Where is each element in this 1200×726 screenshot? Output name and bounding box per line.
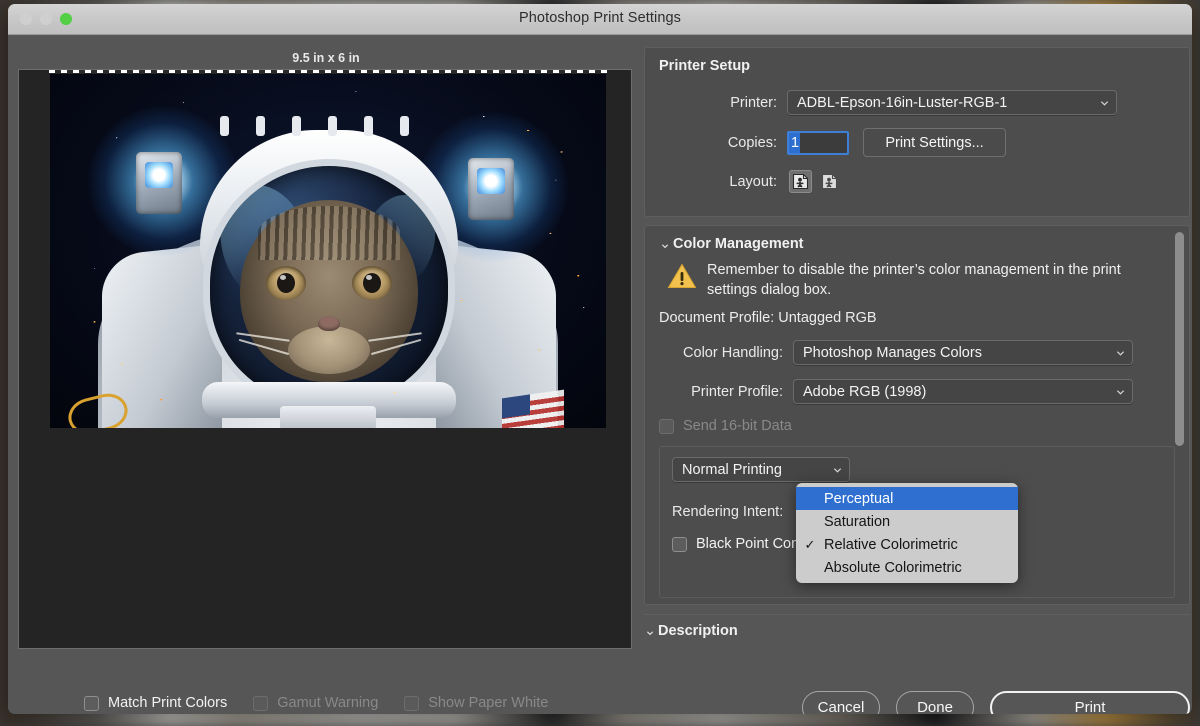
cancel-button-label: Cancel	[817, 699, 865, 714]
print-settings-button[interactable]: Print Settings...	[863, 128, 1006, 157]
floating-embers	[50, 74, 606, 428]
send-16bit-row: Send 16-bit Data	[659, 418, 1175, 434]
menu-item-absolute-colorimetric[interactable]: Absolute Colorimetric	[796, 556, 1018, 579]
gamut-warning-row: Gamut Warning	[253, 695, 378, 711]
send-16bit-checkbox	[659, 418, 674, 434]
dialog-actions: Cancel Done Print	[644, 691, 1190, 714]
section-divider	[644, 614, 1190, 615]
dialog-body: 9.5 in x 6 in Match Print Colors Gamut W…	[8, 35, 1192, 714]
print-settings-window: Photoshop Print Settings 9.5 in x 6 in M…	[8, 4, 1192, 714]
gamut-warning-label: Gamut Warning	[277, 695, 379, 711]
menu-item-relative-colorimetric[interactable]: ✓ Relative Colorimetric	[796, 533, 1018, 556]
chevron-down-icon	[1116, 350, 1125, 356]
show-paper-white-checkbox	[404, 695, 420, 711]
window-titlebar: Photoshop Print Settings	[8, 4, 1192, 35]
scrollbar-thumb[interactable]	[1175, 232, 1184, 446]
menu-item-label: Absolute Colorimetric	[824, 559, 962, 576]
color-warning-text: Remember to disable the printer’s color …	[707, 262, 1121, 298]
black-point-checkbox[interactable]	[672, 536, 687, 552]
done-button-label: Done	[917, 699, 953, 714]
menu-item-label: Saturation	[824, 513, 891, 530]
chevron-collapse-icon[interactable]: ⌄	[644, 623, 658, 639]
printer-setup-panel: Printer Setup Printer: ADBL-Epson-16in-L…	[644, 47, 1190, 217]
rendering-intent-label: Rendering Intent:	[672, 504, 784, 521]
print-button[interactable]: Print	[990, 691, 1190, 714]
show-paper-white-label: Show Paper White	[428, 695, 549, 711]
done-button[interactable]: Done	[896, 691, 974, 714]
printer-label: Printer:	[730, 94, 777, 111]
copies-input-value: 1	[789, 132, 801, 153]
rendering-intent-menu[interactable]: Perceptual Saturation ✓ Relative Colorim…	[796, 483, 1018, 583]
print-dimensions-label: 9.5 in x 6 in	[292, 51, 360, 65]
printing-mode-select[interactable]: Normal Printing	[672, 457, 850, 483]
document-profile-label: Document Profile: Untagged RGB	[659, 310, 877, 327]
window-title: Photoshop Print Settings	[519, 10, 681, 26]
chevron-collapse-icon[interactable]: ⌄	[659, 236, 673, 252]
menu-item-label: Perceptual	[824, 490, 894, 507]
chevron-down-icon	[1116, 389, 1125, 395]
chevron-down-icon	[833, 467, 842, 473]
printing-mode-value: Normal Printing	[682, 461, 782, 478]
printer-select[interactable]: ADBL-Epson-16in-Luster-RGB-1	[787, 90, 1117, 115]
color-management-title: Color Management	[673, 236, 804, 252]
printer-select-value: ADBL-Epson-16in-Luster-RGB-1	[797, 94, 1008, 111]
warning-triangle-icon	[667, 263, 697, 288]
color-handling-select[interactable]: Photoshop Manages Colors	[793, 340, 1133, 366]
copies-label: Copies:	[727, 134, 777, 151]
cancel-button[interactable]: Cancel	[802, 691, 880, 714]
send-16bit-label: Send 16-bit Data	[683, 418, 792, 435]
color-warning: Remember to disable the printer’s color …	[659, 261, 1175, 300]
printer-profile-label: Printer Profile:	[691, 383, 783, 400]
portrait-layout-icon[interactable]	[789, 170, 812, 193]
landscape-layout-icon[interactable]	[818, 170, 841, 193]
layout-options	[789, 170, 841, 193]
description-header[interactable]: ⌄ Description	[644, 623, 1190, 639]
description-title: Description	[658, 623, 738, 639]
match-print-colors-checkbox[interactable]	[84, 695, 99, 711]
color-handling-label: Color Handling:	[683, 344, 783, 361]
preview-image	[50, 74, 606, 428]
print-preview-pane: 9.5 in x 6 in Match Print Colors Gamut W…	[18, 47, 634, 711]
printer-setup-title: Printer Setup	[659, 58, 751, 74]
show-paper-white-row: Show Paper White	[404, 695, 548, 711]
menu-item-perceptual[interactable]: Perceptual	[796, 487, 1018, 510]
menu-item-label: Relative Colorimetric	[824, 536, 958, 553]
menu-item-saturation[interactable]: Saturation	[796, 510, 1018, 533]
printer-profile-select[interactable]: Adobe RGB (1998)	[793, 379, 1133, 405]
printer-profile-value: Adobe RGB (1998)	[803, 383, 927, 400]
chevron-down-icon	[1100, 100, 1109, 106]
print-settings-button-label: Print Settings...	[885, 134, 984, 151]
gamut-warning-checkbox	[253, 695, 269, 711]
color-handling-value: Photoshop Manages Colors	[803, 344, 982, 361]
match-print-colors-row[interactable]: Match Print Colors	[84, 695, 227, 711]
preview-canvas[interactable]	[18, 69, 632, 649]
copies-input[interactable]: 1	[787, 130, 849, 155]
layout-label: Layout:	[729, 173, 777, 190]
preview-options: Match Print Colors Gamut Warning Show Pa…	[28, 695, 700, 711]
selection-marquee	[49, 70, 607, 73]
checkmark-icon: ✓	[804, 536, 816, 552]
color-management-scrollbar[interactable]	[1174, 232, 1185, 600]
print-button-label: Print	[1074, 699, 1106, 714]
match-print-colors-label: Match Print Colors	[108, 695, 228, 711]
color-management-header[interactable]: ⌄ Color Management	[659, 236, 1175, 252]
